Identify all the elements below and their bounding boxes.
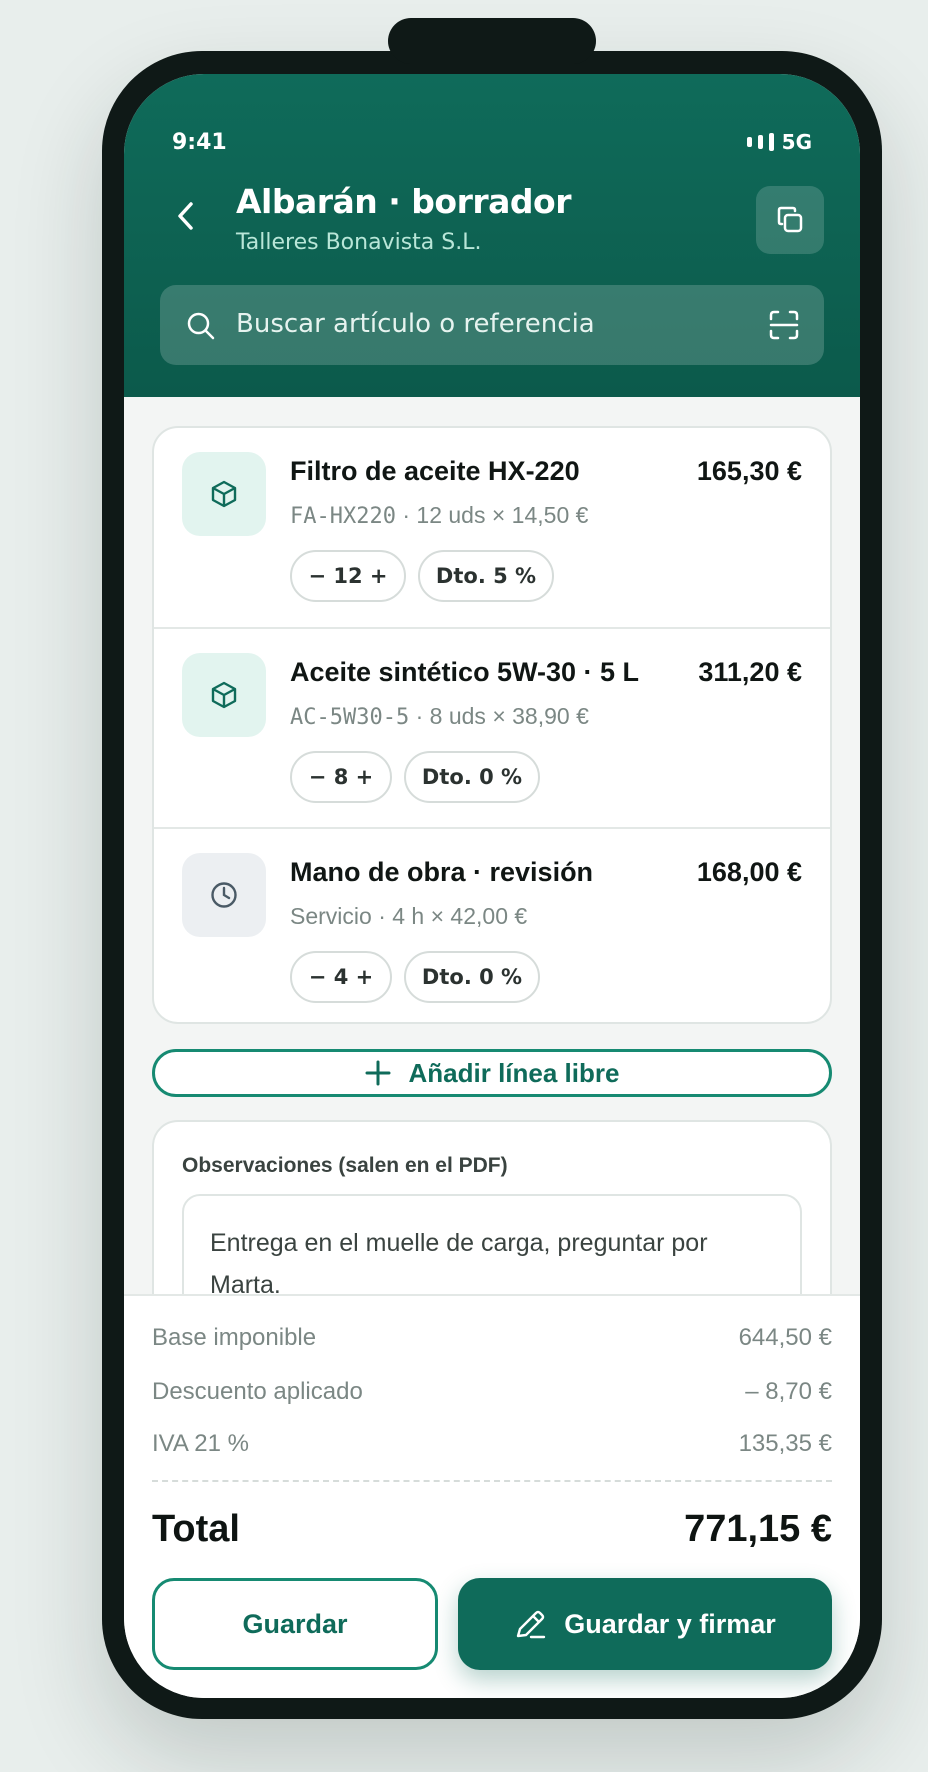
total-value: 771,15 € (684, 1508, 832, 1550)
item-meta: FA-HX220 · 12 uds × 14,50 € (290, 502, 588, 529)
total-label: Total (152, 1508, 240, 1550)
status-time: 9:41 (172, 130, 227, 155)
quantity-stepper[interactable]: − 4 + (290, 951, 392, 1003)
discount-value: – 8,70 € (745, 1378, 832, 1405)
notes-label: Observaciones (salen en el PDF) (182, 1154, 508, 1177)
subtotal-row: Base imponible 644,50 € (152, 1324, 832, 1352)
base-value: 644,50 € (738, 1324, 832, 1351)
item-icon-container (182, 853, 266, 937)
save-button[interactable]: Guardar (152, 1578, 438, 1670)
discount-chip[interactable]: Dto. 5 % (418, 550, 554, 602)
iva-label: IVA 21 % (152, 1430, 249, 1457)
list-item[interactable]: Mano de obra · revisión 168,00 € Servici… (154, 827, 830, 1024)
save-and-sign-button[interactable]: Guardar y firmar (458, 1578, 832, 1670)
item-detail: · 12 uds × 14,50 € (395, 502, 589, 528)
search-input[interactable]: Buscar artículo o referencia (236, 309, 595, 339)
total-row: Total 771,15 € (152, 1508, 832, 1551)
signal-icon (746, 133, 774, 151)
item-ref: AC-5W30-5 (290, 705, 410, 730)
quantity-stepper[interactable]: − 8 + (290, 751, 392, 803)
page-subtitle: Talleres Bonavista S.L. (236, 230, 482, 255)
search-icon (187, 312, 215, 340)
phone-notch (388, 18, 596, 64)
box-icon (211, 480, 237, 508)
item-price: 311,20 € (698, 657, 802, 687)
discount-row: Descuento aplicado – 8,70 € (152, 1378, 832, 1406)
totals-divider (152, 1480, 832, 1482)
add-line-label: Añadir línea libre (408, 1057, 620, 1088)
page-title: Albarán · borrador (236, 182, 571, 221)
item-icon-container (182, 653, 266, 737)
add-line-button[interactable]: Añadir línea libre (152, 1049, 832, 1097)
copy-icon (777, 206, 803, 233)
pen-icon (517, 1610, 546, 1639)
iva-value: 135,35 € (738, 1430, 832, 1457)
save-and-sign-label: Guardar y firmar (564, 1608, 776, 1639)
item-name: Aceite sintético 5W-30 · 5 L (290, 657, 640, 687)
item-price: 168,00 € (696, 857, 802, 887)
item-detail: · 8 uds × 38,90 € (409, 703, 589, 729)
back-button[interactable] (160, 190, 212, 242)
status-indicators: 5G (746, 130, 812, 154)
item-ref: FA-HX220 (290, 504, 396, 529)
list-item[interactable]: Filtro de aceite HX-220 165,30 € FA-HX22… (154, 428, 830, 627)
totals-panel: Base imponible 644,50 € Descuento aplica… (124, 1294, 860, 1698)
search-bar[interactable]: Buscar artículo o referencia (160, 285, 824, 365)
item-meta: Servicio · 4 h × 42,00 € (290, 903, 528, 929)
copy-button[interactable] (756, 186, 824, 254)
scan-icon[interactable] (768, 309, 800, 341)
plus-icon (365, 1060, 391, 1086)
list-item[interactable]: Aceite sintético 5W-30 · 5 L 311,20 € AC… (154, 627, 830, 826)
quantity-stepper[interactable]: − 12 + (290, 550, 406, 602)
app-header: 9:41 5G Albarán · borrador Talleres Bona… (124, 74, 860, 397)
discount-chip[interactable]: Dto. 0 % (404, 751, 540, 803)
items-list: Filtro de aceite HX-220 165,30 € FA-HX22… (152, 426, 832, 1024)
box-icon (211, 681, 237, 709)
item-name: Filtro de aceite HX-220 (290, 456, 580, 486)
item-name: Mano de obra · revisión (290, 857, 594, 887)
item-price: 165,30 € (696, 456, 802, 486)
clock-icon (211, 882, 237, 908)
chevron-left-icon (178, 202, 193, 230)
item-meta: AC-5W30-5 · 8 uds × 38,90 € (290, 703, 589, 730)
base-label: Base imponible (152, 1324, 317, 1351)
discount-label: Descuento aplicado (152, 1378, 363, 1405)
app-screen: 9:41 5G Albarán · borrador Talleres Bona… (124, 74, 860, 1698)
discount-chip[interactable]: Dto. 0 % (404, 951, 540, 1003)
tax-row: IVA 21 % 135,35 € (152, 1430, 832, 1458)
item-icon-container (182, 452, 266, 536)
network-label: 5G (781, 130, 812, 154)
